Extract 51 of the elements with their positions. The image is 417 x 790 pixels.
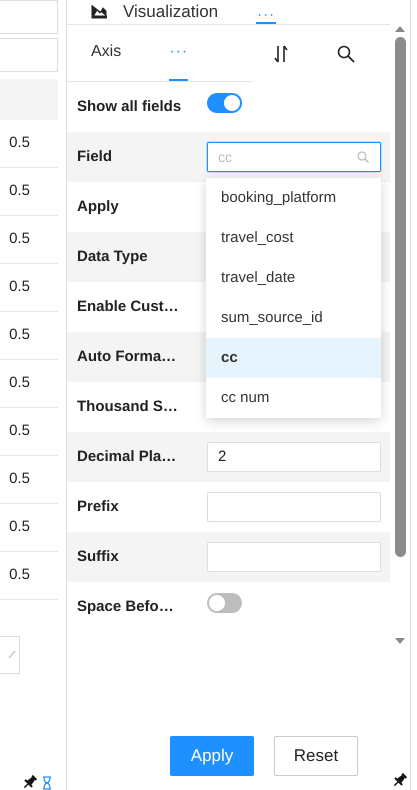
table-cell-text: 0.5 — [9, 181, 30, 202]
field-label: Thousand S… — [77, 396, 179, 417]
toggle-switch[interactable] — [207, 93, 242, 114]
table-cell-text: 0.5 — [9, 133, 30, 154]
field-label: Suffix — [77, 546, 120, 567]
sort-button[interactable] — [273, 44, 289, 62]
field-label: Show all fields — [77, 96, 182, 117]
dropdown-item[interactable]: sum_source_id — [206, 298, 381, 338]
dropdown-item[interactable]: cc — [206, 338, 381, 378]
table-cell-text: 0.5 — [9, 325, 30, 346]
table-cell-text: 0.5 — [9, 565, 30, 586]
table-cell-text: 0.5 — [9, 373, 30, 394]
input-field[interactable] — [207, 542, 381, 572]
input-field[interactable]: 2 — [207, 442, 381, 472]
tab[interactable]: Visualization — [91, 3, 218, 24]
field-label: Space Befo… — [77, 596, 175, 617]
input-field[interactable] — [207, 492, 381, 522]
search-icon — [357, 151, 369, 163]
scroll-down-icon[interactable] — [394, 637, 406, 645]
table-cell-text: 0.5 — [9, 229, 30, 250]
field-label: Auto Forma… — [77, 346, 178, 367]
dropdown-item[interactable]: travel_cost — [206, 218, 381, 258]
pin-icon[interactable] — [22, 774, 38, 790]
field-label: Prefix — [77, 496, 120, 517]
text-field[interactable] — [0, 38, 58, 72]
table-cell-text: 0.5 — [9, 469, 30, 490]
sort-icon — [273, 44, 289, 62]
hourglass-icon — [42, 776, 52, 790]
dropdown-item[interactable]: travel_date — [206, 258, 381, 298]
search-field[interactable]: cc — [207, 142, 381, 172]
reset-button[interactable]: Reset — [274, 736, 358, 776]
field-label: Decimal Pla… — [77, 446, 178, 467]
search-button[interactable] — [337, 44, 355, 62]
scroll-up-icon[interactable] — [394, 25, 406, 33]
pin-icon[interactable] — [392, 772, 408, 788]
dropdown-item[interactable]: booking_platform — [206, 178, 381, 218]
field-label: Enable Cust… — [77, 296, 180, 317]
table-cell-text: 0.5 — [9, 517, 30, 538]
table-cell-text: 0.5 — [9, 277, 30, 298]
scrollbar-thumb[interactable] — [394, 37, 406, 557]
tab[interactable]: Axis — [91, 25, 122, 81]
chart-icon — [91, 4, 107, 18]
text-field[interactable] — [0, 0, 58, 34]
chevron-icon — [8, 650, 16, 660]
toggle-switch[interactable] — [207, 593, 242, 614]
dropdown-item[interactable]: cc num — [206, 378, 381, 418]
search-icon — [337, 44, 355, 62]
field-label: Apply — [77, 196, 120, 217]
field-label: Field — [77, 146, 114, 167]
table-cell-text: 0.5 — [9, 421, 30, 442]
field-label: Data Type — [77, 246, 149, 267]
